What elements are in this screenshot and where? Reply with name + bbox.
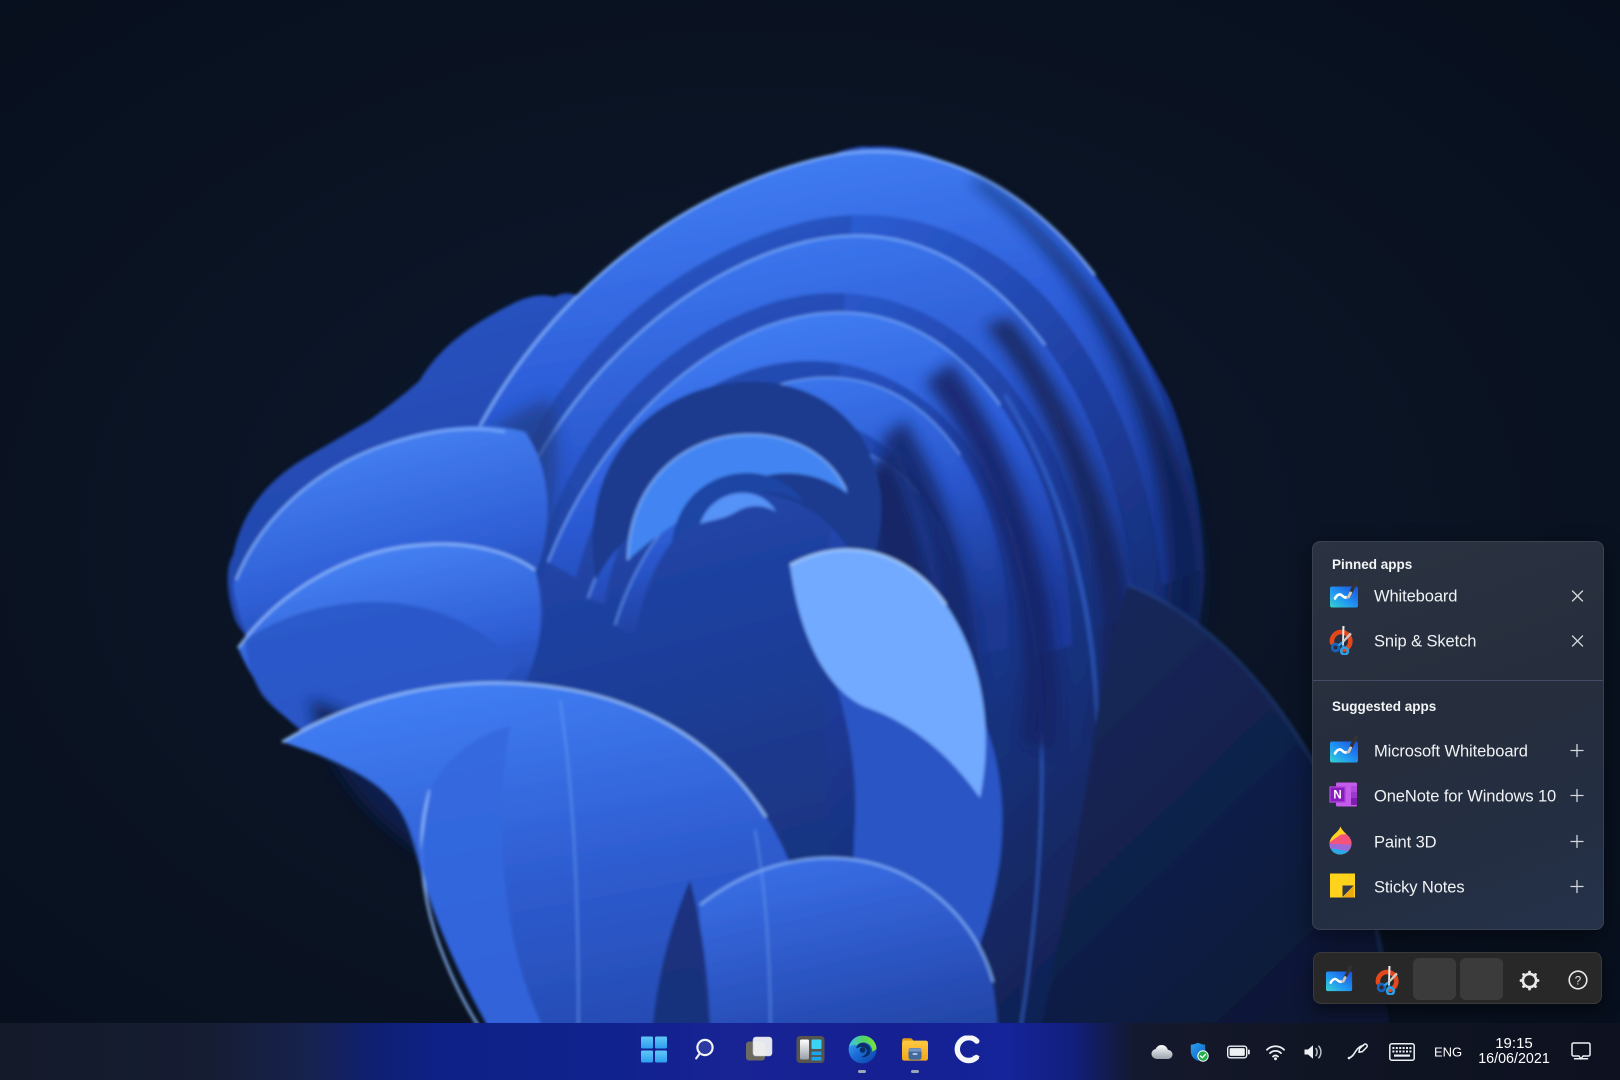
svg-text:N: N (1333, 790, 1341, 802)
svg-text:?: ? (1575, 975, 1581, 987)
